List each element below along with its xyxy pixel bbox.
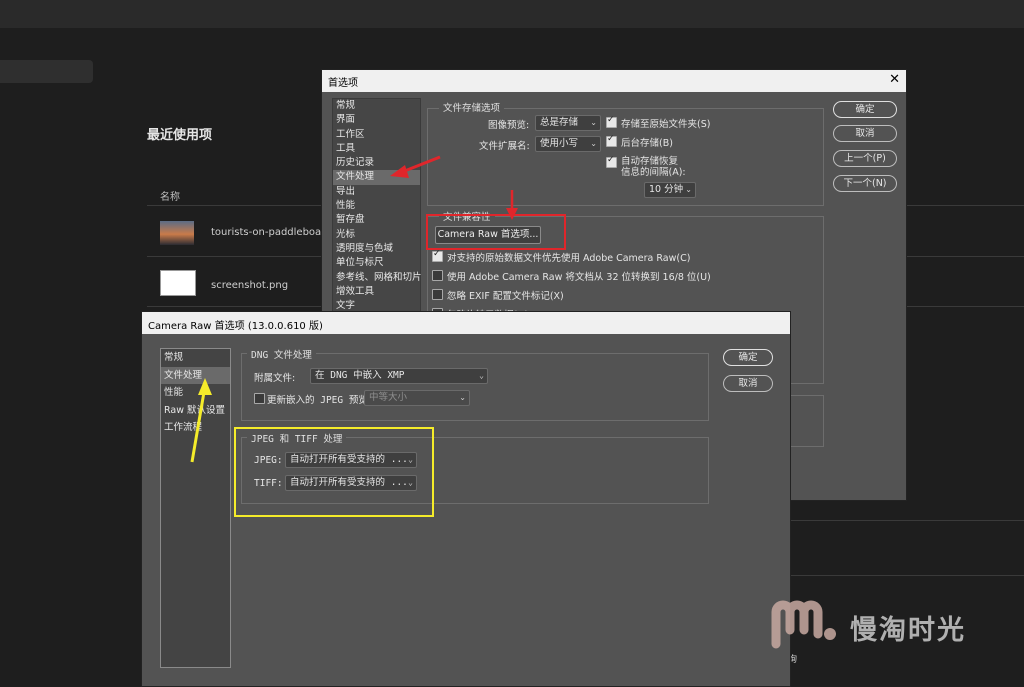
watermark-logo: 慢淘时光 [770,600,1010,650]
annotation-overlay [190,155,566,517]
red-arrow-left [401,155,441,174]
red-arrow-left-head [390,165,409,178]
watermark-m-icon [771,600,836,649]
yellow-arrow [190,391,206,463]
yellow-arrow-head [198,378,212,395]
yellow-highlight-box [234,427,434,517]
watermark-text: 慢淘时光 [850,615,966,646]
red-highlight-box [426,214,566,250]
